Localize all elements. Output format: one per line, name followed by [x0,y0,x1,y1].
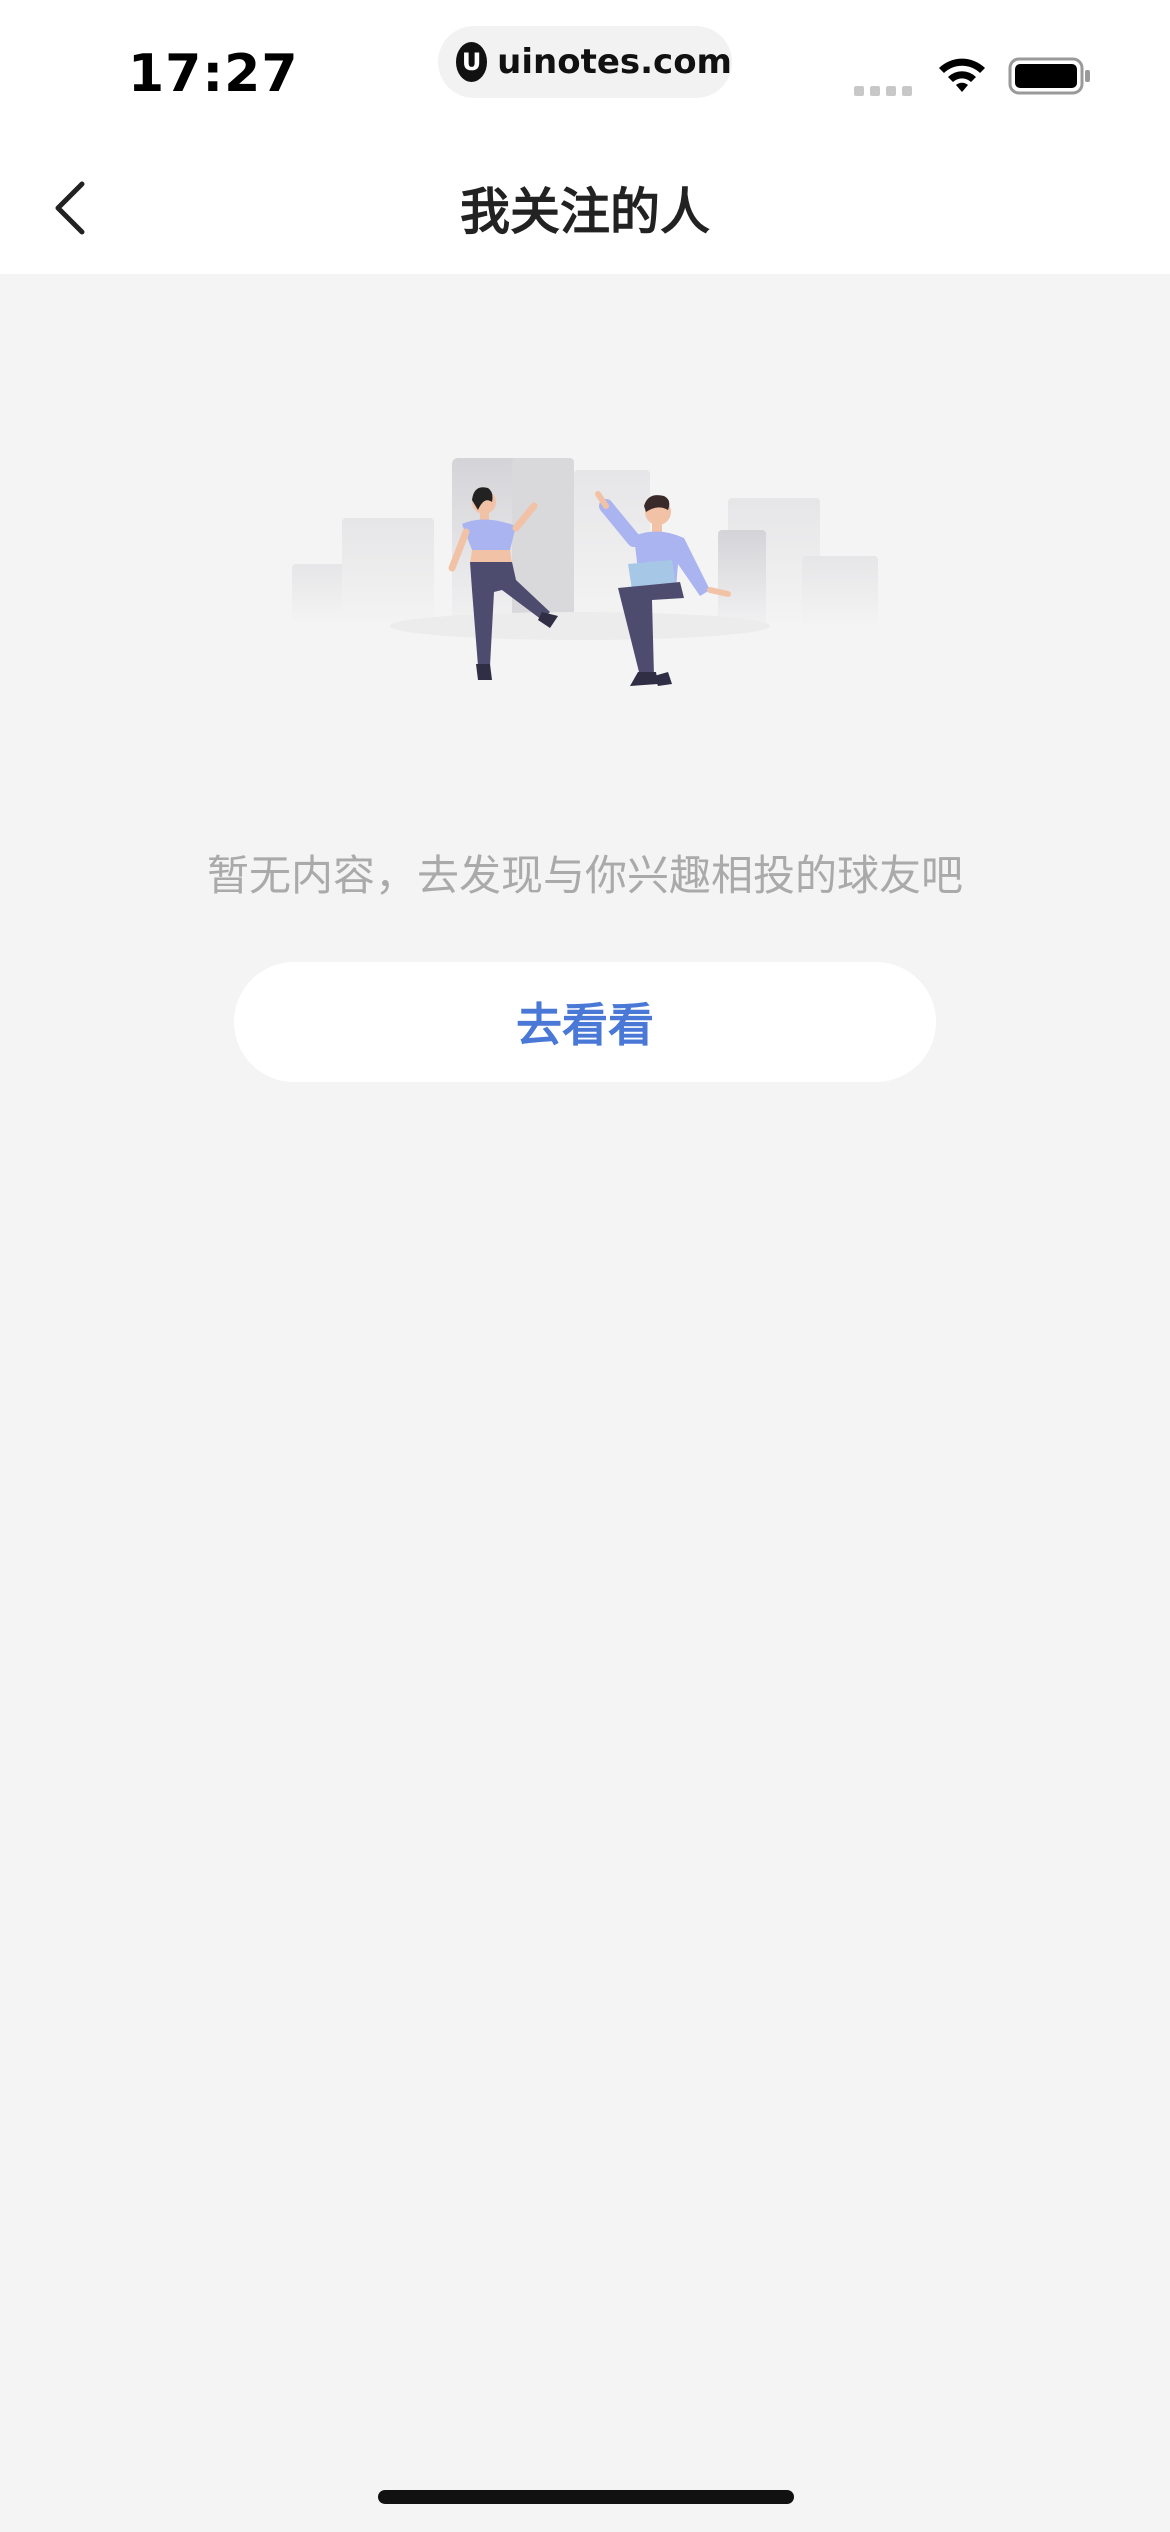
explore-button[interactable]: 去看看 [234,962,936,1082]
navigation-bar: 我关注的人 [0,140,1170,274]
status-bar: 17:27 U uinotes.com [0,0,1170,140]
url-pill[interactable]: U uinotes.com [438,26,732,98]
url-text: uinotes.com [497,42,732,82]
empty-state-illustration [292,458,878,686]
battery-icon [1008,57,1090,95]
wifi-icon [939,58,985,92]
empty-state-message: 暂无内容，去发现与你兴趣相投的球友吧 [206,851,963,900]
site-logo-icon: U [456,42,488,82]
home-indicator[interactable] [378,2490,794,2504]
cellular-signal-icon [854,86,912,96]
status-time: 17:27 [128,44,299,104]
page-title: 我关注的人 [460,183,710,241]
